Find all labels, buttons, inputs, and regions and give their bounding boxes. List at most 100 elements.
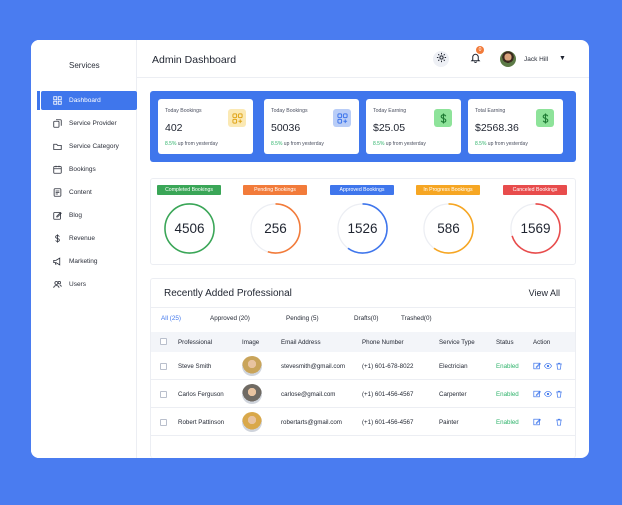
tab-trashed[interactable]: Trashed(0) <box>401 315 432 322</box>
stat-change: 8.5% up from yesterday <box>373 141 426 147</box>
stat-change: 8.5% up from yesterday <box>271 141 324 147</box>
ring-value: 1569 <box>520 221 551 236</box>
grid-icon <box>53 96 62 105</box>
sidebar-item-marketing[interactable]: Marketing <box>41 252 137 271</box>
active-indicator <box>37 91 40 110</box>
table-row: Robert Pattinson robertarts@gmail.com (+… <box>151 408 575 436</box>
tab-approved[interactable]: Approved (20) <box>210 315 250 322</box>
ring-label: Canceled Bookings <box>503 185 567 195</box>
trash-icon[interactable] <box>555 390 563 398</box>
view-icon[interactable] <box>544 390 552 398</box>
edit-icon[interactable] <box>533 362 541 370</box>
section-title: Recently Added Professional <box>164 288 292 299</box>
view-icon[interactable] <box>544 362 552 370</box>
ring-value: 586 <box>437 221 460 236</box>
chevron-down-icon[interactable]: ▼ <box>559 55 566 62</box>
user-name[interactable]: Jack Hill <box>524 56 548 63</box>
sidebar-item-dashboard[interactable]: Dashboard <box>41 91 137 110</box>
row-checkbox[interactable] <box>160 363 167 370</box>
tab-all[interactable]: All (25) <box>161 315 181 322</box>
column-header: Action <box>533 339 551 346</box>
stats-panel: Today Bookings 402 8.5% up from yesterda… <box>150 91 576 162</box>
column-header: Email Address <box>281 339 321 346</box>
phone-number: (+1) 601-678-8022 <box>362 363 414 370</box>
sidebar-item-label: Service Category <box>69 143 119 150</box>
row-checkbox[interactable] <box>160 391 167 398</box>
notification-badge: 0 <box>476 46 484 54</box>
trash-icon[interactable] <box>555 362 563 370</box>
ring-label: Completed Bookings <box>157 185 221 195</box>
status-badge: Enabled <box>496 419 519 426</box>
phone-number: (+1) 601-456-4567 <box>362 419 414 426</box>
stat-value: 50036 <box>271 122 301 134</box>
divider <box>151 307 575 308</box>
select-all-checkbox[interactable] <box>160 338 167 345</box>
dollar-icon <box>536 109 554 127</box>
stat-change: 8.5% up from yesterday <box>165 141 218 147</box>
column-header: Service Type <box>439 339 475 346</box>
column-header: Status <box>496 339 514 346</box>
professional-photo <box>242 412 262 432</box>
gear-icon <box>436 50 447 68</box>
ring-label: Approved Bookings <box>330 185 394 195</box>
sidebar-item-content[interactable]: Content <box>41 183 137 202</box>
copy-icon <box>53 119 62 128</box>
stat-card: Today Earning $25.05 8.5% up from yester… <box>366 99 461 154</box>
sidebar-item-label: Revenue <box>69 235 96 242</box>
column-header: Image <box>242 339 260 346</box>
sidebar-item-blog[interactable]: Blog <box>41 206 137 225</box>
ring-value: 256 <box>264 221 287 236</box>
phone-number: (+1) 601-456-4567 <box>362 391 414 398</box>
edit-icon[interactable] <box>533 390 541 398</box>
sidebar-item-users[interactable]: Users <box>41 275 137 294</box>
status-badge: Enabled <box>496 391 519 398</box>
professional-name: Carlos Ferguson <box>178 391 224 398</box>
user-avatar[interactable] <box>500 51 516 67</box>
view-all-link[interactable]: View All <box>529 288 560 298</box>
sidebar-item-service-provider[interactable]: Service Provider <box>41 114 137 133</box>
settings-button[interactable] <box>433 51 449 67</box>
status-badge: Enabled <box>496 363 519 370</box>
column-header: Phone Number <box>362 339 404 346</box>
service-type: Carpenter <box>439 391 467 398</box>
table-header: Professional Image Email Address Phone N… <box>151 332 575 352</box>
stat-value: $25.05 <box>373 122 406 134</box>
ring-value: 4506 <box>174 221 205 236</box>
trash-icon[interactable] <box>555 418 563 426</box>
sidebar-item-label: Service Provider <box>69 120 117 127</box>
megaphone-icon <box>53 257 62 266</box>
sidebar-item-bookings[interactable]: Bookings <box>41 160 137 179</box>
stat-label: Today Bookings <box>165 108 202 114</box>
sidebar-item-label: Dashboard <box>69 97 101 104</box>
row-checkbox[interactable] <box>160 419 167 426</box>
sidebar: Services Dashboard Service Provider Serv… <box>31 40 137 458</box>
service-type: Painter <box>439 419 459 426</box>
table-row: Steve Smith stevesmith@gmail.com (+1) 60… <box>151 352 575 380</box>
column-header: Professional <box>178 339 213 346</box>
professional-photo <box>242 356 262 376</box>
stat-value: 402 <box>165 122 183 134</box>
sidebar-item-revenue[interactable]: Revenue <box>41 229 137 248</box>
ring-pending: Pending Bookings 256 <box>243 185 307 263</box>
email-address: stevesmith@gmail.com <box>281 363 346 370</box>
stat-change: 8.5% up from yesterday <box>475 141 528 147</box>
sidebar-item-label: Blog <box>69 212 83 219</box>
dollar-icon <box>53 234 62 243</box>
ring-canceled: Canceled Bookings 1569 <box>503 185 567 263</box>
table-row: Carlos Ferguson carlose@gmail.com (+1) 6… <box>151 380 575 408</box>
stat-card: Total Earning $2568.36 8.5% up from yest… <box>468 99 563 154</box>
tab-drafts[interactable]: Drafts(0) <box>354 315 379 322</box>
tab-pending[interactable]: Pending (5) <box>286 315 319 322</box>
service-type: Electrician <box>439 363 468 370</box>
booking-status-panel: Completed Bookings 4506 Pending Bookings… <box>150 178 576 265</box>
stat-label: Total Earning <box>475 108 506 114</box>
stat-card: Today Bookings 50036 8.5% up from yester… <box>264 99 359 154</box>
edit-icon[interactable] <box>533 418 541 426</box>
sidebar-item-service-category[interactable]: Service Category <box>41 137 137 156</box>
ring-label: Pending Bookings <box>243 185 307 195</box>
stat-label: Today Earning <box>373 108 407 114</box>
email-address: carlose@gmail.com <box>281 391 336 398</box>
ring-completed: Completed Bookings 4506 <box>157 185 221 263</box>
stat-label: Today Bookings <box>271 108 308 114</box>
calendar-icon <box>53 165 62 174</box>
